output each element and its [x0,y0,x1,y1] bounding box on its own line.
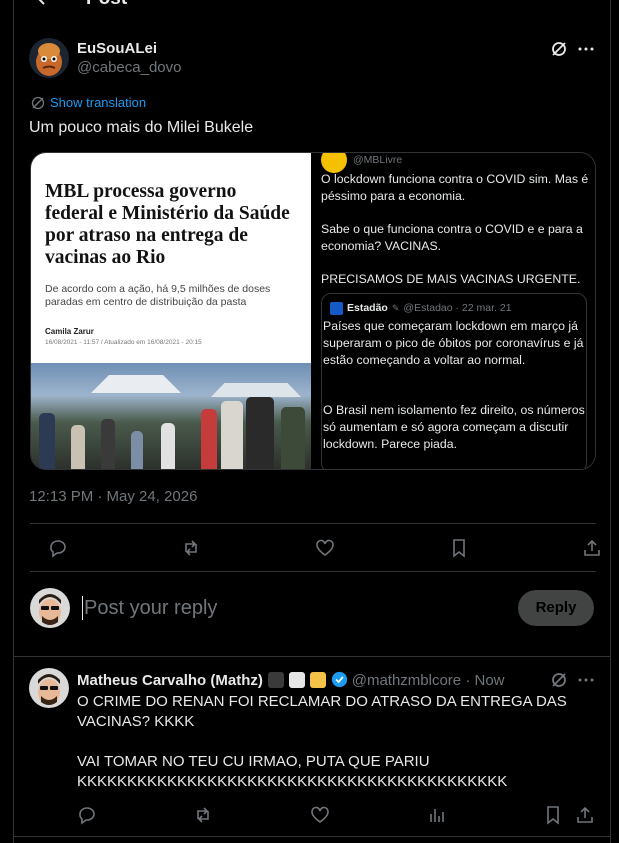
show-translation-label: Show translation [50,95,147,110]
reply-actions [77,805,597,825]
badge-light-icon [289,672,306,688]
divider [30,571,596,572]
author-handle[interactable]: @cabeca_dovo [77,59,181,76]
post-header: Post [14,0,610,12]
post-media[interactable]: MBL processa governo federal e Ministéri… [30,152,596,470]
post-text: Um pouco mais do Milei Bukele [29,119,254,136]
post-actions [30,538,600,558]
reply-button-label: Reply [535,599,577,616]
more-options-icon[interactable] [576,670,596,690]
verified-icon [331,671,348,688]
tweet-screenshot-header: @MBLivre [321,153,403,173]
reply-composer: Post your reply Reply [30,588,596,632]
quoted-tweet-name: Estadão [347,302,388,314]
divider [14,656,610,657]
news-date: 16/08/2021 - 11:57 / Atualizado em 16/08… [45,339,202,346]
translate-icon [31,96,45,110]
quoted-tweet-p1: Países que começaram lockdown em março j… [323,319,584,367]
news-screenshot: MBL processa governo federal e Ministéri… [31,153,311,363]
timeline-column: Post EuSouALei @cabeca_dovo Show transla… [13,0,611,843]
page-title: Post [86,0,127,10]
repost-icon[interactable] [193,805,213,825]
divider [30,523,596,524]
reply-text-line2: VAI TOMAR NO TEU CU IRMAO, PUTA QUE PARI… [77,753,508,790]
back-arrow-icon[interactable] [32,0,52,8]
like-icon[interactable] [310,805,330,825]
author-name[interactable]: EuSouALei [77,40,181,57]
views-icon[interactable] [427,805,447,825]
reply-button[interactable]: Reply [518,590,594,626]
divider [14,836,610,837]
estadao-logo-icon [330,302,343,315]
grok-icon[interactable] [549,39,569,59]
reply-header: Matheus Carvalho (Mathz) @mathzmblcore ·… [77,671,505,689]
author-avatar[interactable] [29,38,69,78]
bookmark-icon[interactable] [449,538,469,558]
share-icon[interactable] [575,805,595,825]
repost-icon[interactable] [181,538,201,558]
news-subtitle: De acordo com a ação, há 9,5 milhões de … [45,283,271,308]
quoted-tweet-header: Estadão ✎ @Estadao · 22 mar. 21 [330,300,512,317]
own-avatar[interactable] [30,588,70,628]
more-options-icon[interactable] [576,39,596,59]
show-translation-link[interactable]: Show translation [31,95,146,110]
tweet-screenshot-p1: O lockdown funciona contra o COVID sim. … [321,172,589,203]
bookmark-icon[interactable] [543,805,563,825]
reply-text-line1: O CRIME DO RENAN FOI RECLAMAR DO ATRASO … [77,693,567,730]
badge-dark-icon [268,672,285,688]
news-headline: MBL processa governo federal e Ministéri… [45,181,290,268]
share-icon[interactable] [582,538,602,558]
reply-icon[interactable] [77,805,97,825]
news-author: Camila Zarur [45,327,94,336]
quoted-tweet-p2: O Brasil nem isolamento fez direito, os … [323,403,585,451]
quoted-tweet: Estadão ✎ @Estadao · 22 mar. 21 Países q… [321,293,587,469]
quoted-tweet-emoji-icon: ✎ [391,303,400,313]
author-info: EuSouALei @cabeca_dovo [77,40,181,76]
reply-author-avatar[interactable] [29,668,69,708]
badge-gold-icon [310,672,327,688]
tweet-screenshot: @MBLivre O lockdown funciona contra o CO… [311,153,595,469]
grok-icon[interactable] [549,670,569,690]
reply-time[interactable]: · Now [465,672,504,689]
post-timestamp[interactable]: 12:13 PM · May 24, 2026 [29,488,197,505]
tweet-screenshot-p3: PRECISAMOS DE MAIS VACINAS URGENTE. [321,272,581,286]
tweet-screenshot-handle: @MBLivre [353,153,403,166]
reply-author-handle[interactable]: @mathzmblcore [352,672,461,689]
like-icon[interactable] [315,538,335,558]
reply-icon[interactable] [48,538,68,558]
tweet-screenshot-p2: Sabe o que funciona contra o COVID e e p… [321,222,583,253]
mbl-avatar-icon [321,153,347,173]
reply-author-name[interactable]: Matheus Carvalho (Mathz) [77,672,263,689]
quoted-tweet-meta: @Estadao · 22 mar. 21 [403,302,512,314]
news-photo [31,363,311,469]
reply-input[interactable]: Post your reply [82,596,217,620]
